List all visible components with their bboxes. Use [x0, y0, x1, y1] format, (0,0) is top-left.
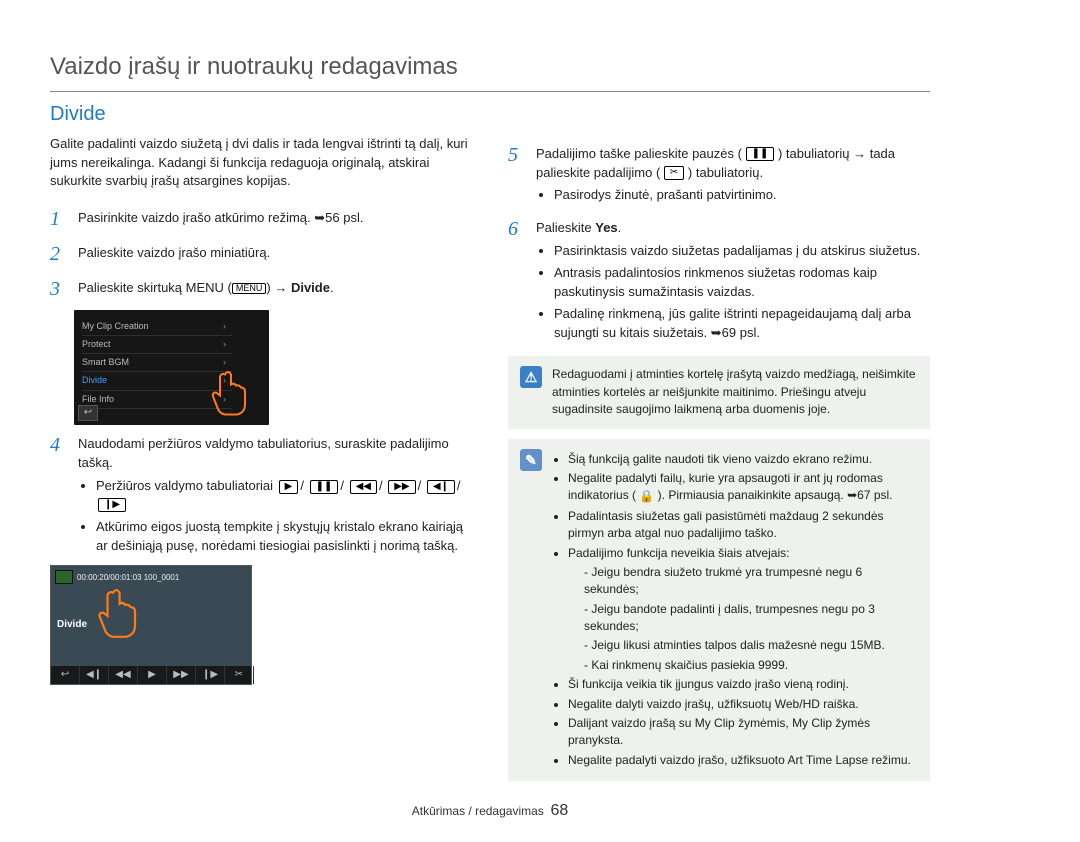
play-icon: ▶: [279, 480, 299, 494]
step-3: 3 Palieskite skirtuką MENU (MENU) → Divi…: [50, 275, 472, 304]
step-2: 2 Palieskite vaizdo įrašo miniatiūrą.: [50, 240, 472, 269]
intro-text: Galite padalinti vaizdo siužetą į dvi da…: [50, 135, 472, 192]
rewind-icon: ◀◀: [109, 666, 138, 684]
thumbnail-icon: [55, 570, 73, 584]
note-icon: ✎: [520, 449, 542, 471]
step-1-text: Pasirinkite vaizdo įrašo atkūrimo režimą…: [78, 205, 472, 234]
touch-hand-icon: [205, 364, 255, 419]
menu-icon: MENU: [232, 283, 267, 294]
play-icon: ▶: [138, 666, 167, 684]
page-number: 68: [550, 802, 568, 819]
menu-screenshot: My Clip Creation› Protect› Smart BGM› Di…: [74, 310, 269, 425]
warning-icon: ⚠: [520, 366, 542, 388]
warning-callout: ⚠ Redaguodami į atminties kortelę įrašyt…: [508, 356, 930, 428]
step-6: 6 Palieskite Yes. Pasirinktasis vaizdo s…: [508, 215, 930, 346]
divide-label: Divide: [291, 280, 330, 295]
cut-icon: ✂: [225, 666, 254, 684]
pause-icon: ❚❚: [746, 147, 775, 161]
step-4-text: Naudodami peržiūros valdymo tabuliatoriu…: [78, 435, 472, 473]
back-icon: ↩: [78, 405, 98, 421]
step4-b2: Atkūrimo eigos juostą tempkite į skystųj…: [96, 518, 472, 556]
video-screenshot: 00:00:20/00:01:03 100_0001 Divide ↩ ◀❙ ◀…: [50, 565, 252, 685]
section-heading-divide: Divide: [50, 100, 930, 129]
step-5: 5 Padalijimo taške palieskite pauzės ( ❚…: [508, 141, 930, 210]
pause-icon: ❚❚: [310, 480, 339, 494]
left-column: Galite padalinti vaizdo siužetą į dvi da…: [50, 135, 472, 791]
lock-icon: 🔒: [639, 488, 654, 505]
touch-hand-icon: [91, 584, 146, 639]
frame-fwd-icon: ❙▶: [196, 666, 225, 684]
yes-label: Yes: [595, 220, 617, 235]
page-footer: Atkūrimas / redagavimas 68: [50, 799, 930, 822]
step-1: 1 Pasirinkite vaizdo įrašo atkūrimo reži…: [50, 205, 472, 234]
step-3-pre: Palieskite skirtuką MENU: [78, 280, 224, 295]
frame-fwd-icon: ❙▶: [98, 498, 126, 512]
rewind-icon: ◀◀: [350, 480, 377, 494]
page-title: Vaizdo įrašų ir nuotraukų redagavimas: [50, 50, 930, 92]
cut-icon: ✂: [664, 166, 684, 180]
fastfwd-icon: ▶▶: [388, 480, 415, 494]
step4-b1: Peržiūros valdymo tabuliatoriai: [96, 478, 273, 493]
note-callout: ✎ Šią funkciją galite naudoti tik vieno …: [508, 439, 930, 782]
step-2-text: Palieskite vaizdo įrašo miniatiūrą.: [78, 240, 472, 269]
frame-back-icon: ◀❙: [80, 666, 109, 684]
step-4: 4 Naudodami peržiūros valdymo tabuliator…: [50, 431, 472, 559]
frame-back-icon: ◀❙: [427, 480, 455, 494]
fastfwd-icon: ▶▶: [167, 666, 196, 684]
back-icon: ↩: [51, 666, 80, 684]
right-column: 5 Padalijimo taške palieskite pauzės ( ❚…: [508, 135, 930, 791]
